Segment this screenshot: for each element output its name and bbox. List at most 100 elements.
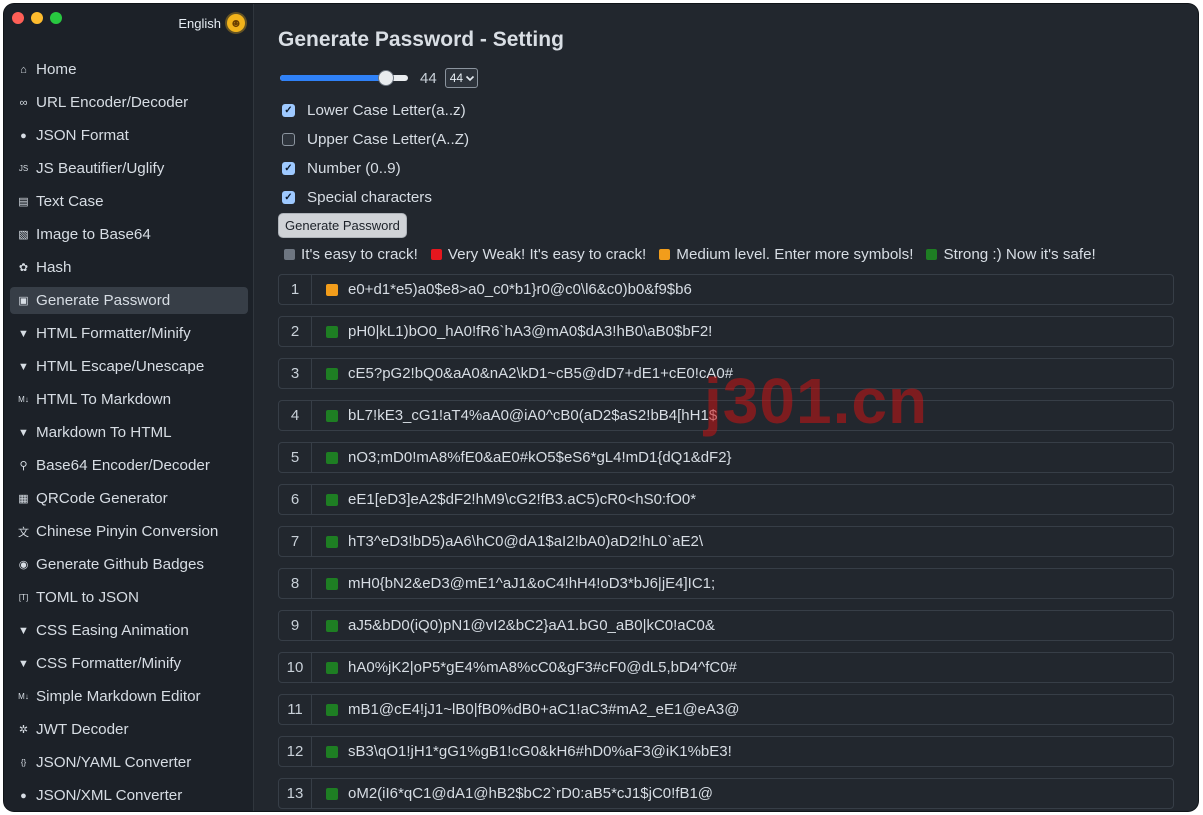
password-row[interactable]: 4 bL7!kE3_cG1!aT4%aA0@iA0^cB0(aD2$aS2!bB4… [278, 400, 1174, 431]
password-text[interactable]: oM2(iI6*qC1@dA1@hB2$bC2`rD0:aB5*cJ1$jC0!… [348, 785, 713, 802]
sidebar-item-chinese-pinyin-conversion[interactable]: 文 Chinese Pinyin Conversion [10, 518, 248, 545]
sidebar-item-html-formatter-minify[interactable]: ▼ HTML Formatter/Minify [10, 320, 248, 347]
option-checkbox[interactable]: ✓ [282, 104, 295, 117]
password-row[interactable]: 1 e0+d1*e5)a0$e8>a0_c0*b1}r0@c0\l6&c0)b0&… [278, 274, 1174, 305]
sidebar-item-json-xml-converter[interactable]: ● JSON/XML Converter [10, 782, 248, 809]
bicycle-icon: ⚲ [19, 460, 28, 472]
sidebar-item-html-escape-unescape[interactable]: ▼ HTML Escape/Unescape [10, 353, 248, 380]
sidebar-item-label: HTML To Markdown [36, 391, 172, 408]
password-index: 9 [279, 611, 312, 640]
password-index: 6 [279, 485, 312, 514]
option-row: ✓ Number (0..9) [282, 154, 469, 183]
legend-text: Strong :) Now it's safe! [943, 246, 1096, 263]
generate-password-button[interactable]: Generate Password [278, 213, 407, 238]
password-index: 2 [279, 317, 312, 346]
minimize-window-button[interactable] [31, 12, 43, 24]
translate-icon: 文 [18, 526, 29, 539]
sidebar-item-label: Image to Base64 [36, 226, 151, 243]
password-text[interactable]: hT3^eD3!bD5)aA6\hC0@dA1$aI2!bA0)aD2!hL0`… [348, 533, 703, 550]
qrcode-icon: ▦ [18, 493, 29, 505]
language-switch[interactable]: English ☻ [178, 14, 245, 32]
option-label[interactable]: Number (0..9) [307, 160, 401, 177]
sidebar-item-json-yaml-converter[interactable]: {} JSON/YAML Converter [10, 749, 248, 776]
theme-sun-icon[interactable]: ☻ [227, 14, 245, 32]
sidebar-item-label: Generate Github Badges [36, 556, 205, 573]
css3-icon: ▼ [18, 624, 29, 637]
password-text[interactable]: bL7!kE3_cG1!aT4%aA0@iA0^cB0(aD2$aS2!bB4[… [348, 407, 717, 424]
text-case-icon: ▤ [18, 196, 29, 208]
password-row[interactable]: 11 mB1@cE4!jJ1~lB0|fB0%dB0+aC1!aC3#mA2_eE… [278, 694, 1174, 725]
github-icon: ◉ [18, 559, 29, 571]
password-text[interactable]: e0+d1*e5)a0$e8>a0_c0*b1}r0@c0\l6&c0)b0&f… [348, 281, 692, 298]
sidebar-item-toml-to-json[interactable]: [T] TOML to JSON [10, 584, 248, 611]
password-text[interactable]: pH0|kL1)bO0_hA0!fR6`hA3@mA0$dA3!hB0\aB0$… [348, 323, 712, 340]
password-text[interactable]: cE5?pG2!bQ0&aA0&nA2\kD1~cB5@dD7+dE1+cE0!… [348, 365, 733, 382]
json-icon: ● [20, 129, 27, 142]
password-row[interactable]: 10 hA0%jK2|oP5*gE4%mA8%cC0&gF3#cF0@dL5,bD… [278, 652, 1174, 683]
password-text[interactable]: eE1[eD3]eA2$dF2!hM9\cG2!fB3.aC5)cR0<hS0:… [348, 491, 696, 508]
password-row[interactable]: 9 aJ5&bD0(iQ0)pN1@vI2&bC2}aA1.bG0_aB0|kC0… [278, 610, 1174, 641]
sidebar-item-text-case[interactable]: ▤ Text Case [10, 188, 248, 215]
zoom-window-button[interactable] [50, 12, 62, 24]
sidebar-item-json-format[interactable]: ● JSON Format [10, 122, 248, 149]
sidebar-item-html-to-markdown[interactable]: M↓ HTML To Markdown [10, 386, 248, 413]
legend-swatch [926, 249, 938, 260]
sidebar-item-label: JSON Format [36, 127, 129, 144]
password-index: 3 [279, 359, 312, 388]
main-panel: Generate Password - Setting 44 44 ✓ Lower… [254, 4, 1198, 811]
sidebar-item-home[interactable]: ⌂ Home [10, 56, 248, 83]
password-text[interactable]: hA0%jK2|oP5*gE4%mA8%cC0&gF3#cF0@dL5,bD4^… [348, 659, 737, 676]
password-row[interactable]: 12 sB3\qO1!jH1*gG1%gB1!cG0&kH6#hD0%aF3@iK… [278, 736, 1174, 767]
sidebar-item-hash[interactable]: ✿ Hash [10, 254, 248, 281]
sidebar-item-js-beautifier-uglify[interactable]: JS JS Beautifier/Uglify [10, 155, 248, 182]
sidebar-item-label: HTML Formatter/Minify [36, 325, 191, 342]
password-index: 7 [279, 527, 312, 556]
sidebar-item-url-encoder-decoder[interactable]: ∞ URL Encoder/Decoder [10, 89, 248, 116]
password-row[interactable]: 8 mH0{bN2&eD3@mE1^aJ1&oC4!hH4!oD3*bJ6|jE4… [278, 568, 1174, 599]
sidebar-item-label: CSS Formatter/Minify [36, 655, 182, 672]
length-select[interactable]: 44 [444, 68, 479, 88]
option-checkbox[interactable]: ✓ [282, 133, 295, 146]
sidebar-item-image-to-base64[interactable]: ▧ Image to Base64 [10, 221, 248, 248]
sidebar-item-css-formatter-minify[interactable]: ▼ CSS Formatter/Minify [10, 650, 248, 677]
sidebar-item-css-easing-animation[interactable]: ▼ CSS Easing Animation [10, 617, 248, 644]
password-text[interactable]: sB3\qO1!jH1*gG1%gB1!cG0&kH6#hD0%aF3@iK1%… [348, 743, 732, 760]
password-text[interactable]: mB1@cE4!jJ1~lB0|fB0%dB0+aC1!aC3#mA2_eE1@… [348, 701, 739, 718]
legend-text: Very Weak! It's easy to crack! [447, 246, 647, 263]
password-text[interactable]: nO3;mD0!mA8%fE0&aE0#kO5$eS6*gL4!mD1{dQ1&… [348, 449, 732, 466]
chevron-down-icon [465, 75, 475, 82]
password-row[interactable]: 13 oM2(iI6*qC1@dA1@hB2$bC2`rD0:aB5*cJ1$jC… [278, 778, 1174, 809]
option-label[interactable]: Upper Case Letter(A..Z) [307, 131, 469, 148]
password-row[interactable]: 7 hT3^eD3!bD5)aA6\hC0@dA1$aI2!bA0)aD2!hL0… [278, 526, 1174, 557]
option-checkbox[interactable]: ✓ [282, 162, 295, 175]
option-checkbox[interactable]: ✓ [282, 191, 295, 204]
close-window-button[interactable] [12, 12, 24, 24]
sidebar-item-generate-github-badges[interactable]: ◉ Generate Github Badges [10, 551, 248, 578]
length-slider[interactable] [280, 70, 408, 86]
password-text[interactable]: mH0{bN2&eD3@mE1^aJ1&oC4!hH4!oD3*bJ6|jE4]… [348, 575, 715, 592]
app-window: English ☻ ⌂ Home ∞ URL Encoder/Decoder ● JSON… [4, 4, 1198, 811]
password-index: 11 [279, 695, 312, 724]
length-value: 44 [420, 69, 437, 87]
password-row[interactable]: 2 pH0|kL1)bO0_hA0!fR6`hA3@mA0$dA3!hB0\aB0… [278, 316, 1174, 347]
password-index: 4 [279, 401, 312, 430]
sidebar-item-jwt-decoder[interactable]: ✲ JWT Decoder [10, 716, 248, 743]
password-row[interactable]: 5 nO3;mD0!mA8%fE0&aE0#kO5$eS6*gL4!mD1{dQ1… [278, 442, 1174, 473]
sidebar-item-simple-markdown-editor[interactable]: M↓ Simple Markdown Editor [10, 683, 248, 710]
slider-thumb[interactable] [378, 70, 395, 86]
html5-icon: ▼ [18, 360, 29, 373]
legend-text: Medium level. Enter more symbols! [676, 246, 914, 263]
password-text[interactable]: aJ5&bD0(iQ0)pN1@vI2&bC2}aA1.bG0_aB0|kC0!… [348, 617, 715, 634]
password-index: 8 [279, 569, 312, 598]
sidebar-item-label: CSS Easing Animation [36, 622, 189, 639]
option-label[interactable]: Special characters [307, 189, 432, 206]
strength-indicator [326, 661, 338, 674]
option-label[interactable]: Lower Case Letter(a..z) [307, 102, 466, 119]
sidebar-item-base64-encoder-decoder[interactable]: ⚲ Base64 Encoder/Decoder [10, 452, 248, 479]
strength-indicator [326, 493, 338, 506]
sidebar-item-generate-password[interactable]: ▣ Generate Password [10, 287, 248, 314]
password-row[interactable]: 6 eE1[eD3]eA2$dF2!hM9\cG2!fB3.aC5)cR0<hS0… [278, 484, 1174, 515]
sidebar-item-markdown-to-html[interactable]: ▼ Markdown To HTML [10, 419, 248, 446]
sidebar-item-qrcode-generator[interactable]: ▦ QRCode Generator [10, 485, 248, 512]
password-row[interactable]: 3 cE5?pG2!bQ0&aA0&nA2\kD1~cB5@dD7+dE1+cE0… [278, 358, 1174, 389]
